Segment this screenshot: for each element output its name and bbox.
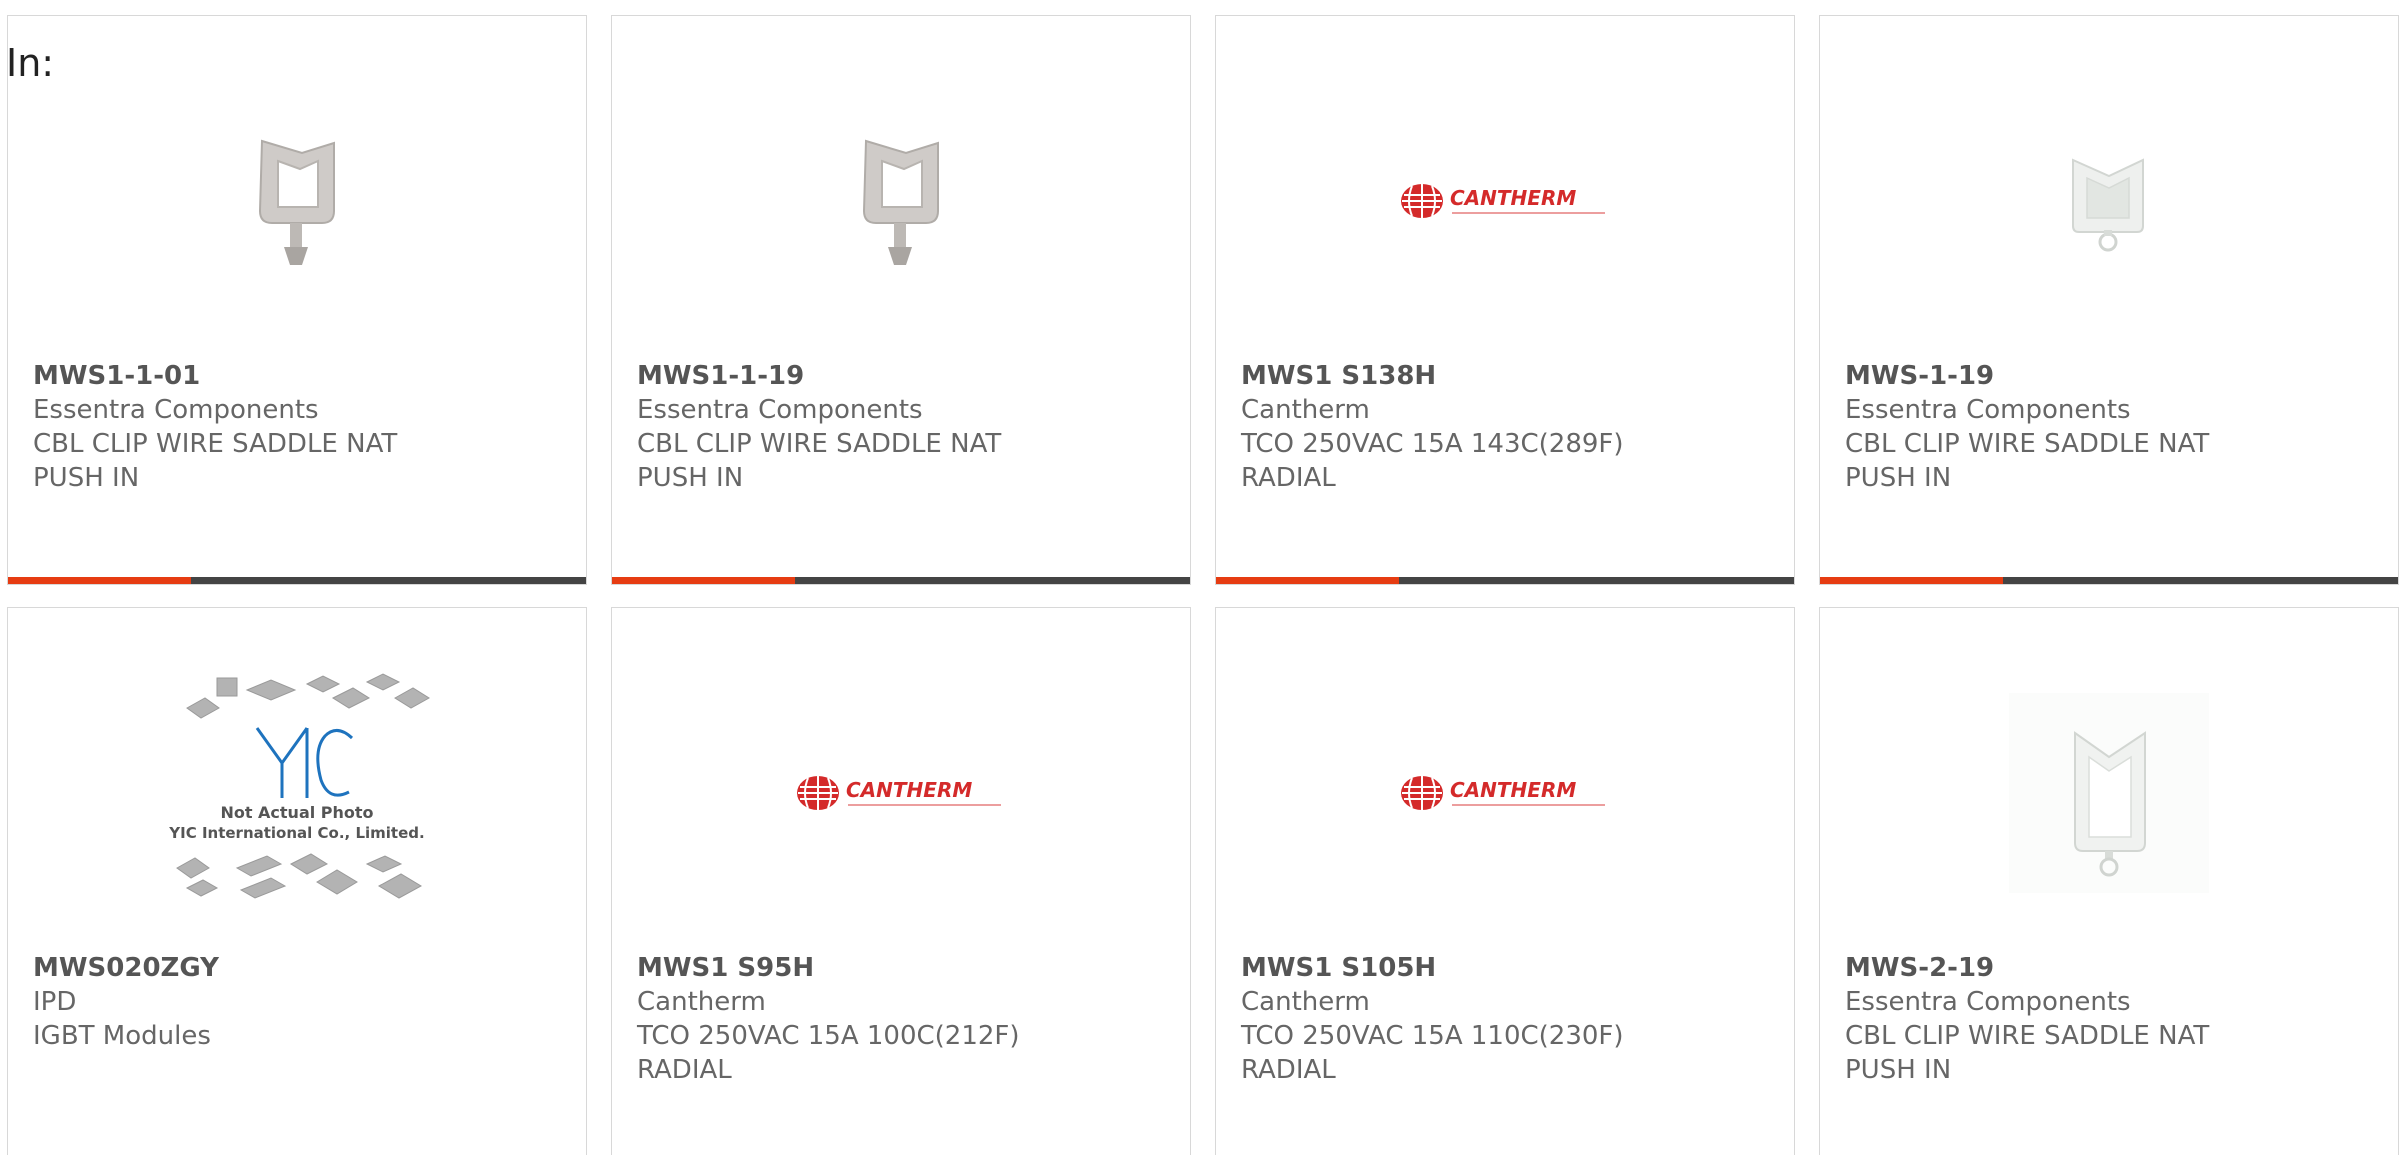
manufacturer: Cantherm [1241, 987, 1370, 1017]
manufacturer: Essentra Components [1845, 987, 2131, 1017]
product-card-mws1-1-01[interactable]: MWS1-1-01 Essentra Components CBL CLIP W… [7, 15, 587, 585]
product-card-mws-2-19[interactable]: MWS-2-19 Essentra Components CBL CLIP WI… [1819, 607, 2399, 1155]
description-line-2: RADIAL [1241, 463, 1336, 493]
cantherm-logo: CANTHERM [1401, 776, 1605, 810]
product-grid: MWS1-1-01 Essentra Components CBL CLIP W… [7, 15, 2399, 1155]
card-accent-bar [612, 577, 795, 584]
description-line-2: PUSH IN [33, 463, 140, 493]
description-line-2: PUSH IN [1845, 1055, 1952, 1085]
manufacturer: Essentra Components [33, 395, 319, 425]
svg-text:CANTHERM: CANTHERM [1450, 778, 1576, 802]
part-number[interactable]: MWS-2-19 [1845, 951, 2378, 985]
svg-text:Not Actual Photo: Not Actual Photo [220, 803, 373, 822]
product-image[interactable] [1820, 668, 2398, 918]
cantherm-logo: CANTHERM [1401, 184, 1605, 218]
manufacturer: Essentra Components [637, 395, 923, 425]
wire-saddle-clip-white-icon [2072, 158, 2144, 252]
part-number[interactable]: MWS1 S105H [1241, 951, 1774, 985]
product-card-mws1-s95h[interactable]: CANTHERM MWS1 S95H Cantherm TCO 250VAC 1… [611, 607, 1191, 1155]
card-accent-bar [1820, 577, 2003, 584]
description-line-2: PUSH IN [637, 463, 744, 493]
product-image[interactable]: CANTHERM [1216, 668, 1794, 918]
manufacturer: Cantherm [1241, 395, 1370, 425]
description-line-1: TCO 250VAC 15A 100C(212F) [637, 1021, 1020, 1051]
description-line-1: CBL CLIP WIRE SADDLE NAT [1845, 429, 2210, 459]
product-image[interactable] [612, 76, 1190, 326]
product-info: MWS1 S95H Cantherm TCO 250VAC 15A 100C(2… [637, 951, 1170, 1087]
product-image[interactable]: CANTHERM [612, 668, 1190, 918]
description-line-1: CBL CLIP WIRE SADDLE NAT [1845, 1021, 2210, 1051]
product-info: MWS020ZGY IPD IGBT Modules [33, 951, 566, 1053]
product-info: MWS1-1-19 Essentra Components CBL CLIP W… [637, 359, 1170, 495]
product-image[interactable] [8, 76, 586, 326]
product-info: MWS-2-19 Essentra Components CBL CLIP WI… [1845, 951, 2378, 1087]
wire-saddle-clip-white-icon [2009, 693, 2209, 893]
search-results-page: In: MWS1-1-01 Essentra Components CBL CL… [0, 0, 2400, 1155]
manufacturer: Essentra Components [1845, 395, 2131, 425]
description-line-2: RADIAL [637, 1055, 732, 1085]
product-image[interactable]: CANTHERM [1216, 76, 1794, 326]
cantherm-logo: CANTHERM [797, 776, 1001, 810]
description-line-2: PUSH IN [1845, 463, 1952, 493]
product-card-mws1-1-19[interactable]: MWS1-1-19 Essentra Components CBL CLIP W… [611, 15, 1191, 585]
product-image[interactable]: Not Actual Photo YIC International Co., … [8, 668, 586, 918]
manufacturer: IPD [33, 987, 77, 1017]
wire-saddle-clip-icon [258, 139, 335, 265]
description-line-1: CBL CLIP WIRE SADDLE NAT [33, 429, 398, 459]
product-image[interactable] [1820, 76, 2398, 326]
product-card-mws1-s138h[interactable]: CANTHERM MWS1 S138H Cantherm TCO 250VAC … [1215, 15, 1795, 585]
wire-saddle-clip-icon [862, 139, 939, 265]
part-number[interactable]: MWS1-1-01 [33, 359, 566, 393]
description-line-1: IGBT Modules [33, 1021, 211, 1051]
product-card-mws-1-19[interactable]: MWS-1-19 Essentra Components CBL CLIP WI… [1819, 15, 2399, 585]
description-line-1: TCO 250VAC 15A 110C(230F) [1241, 1021, 1624, 1051]
part-number[interactable]: MWS1-1-19 [637, 359, 1170, 393]
description-line-1: TCO 250VAC 15A 143C(289F) [1241, 429, 1624, 459]
card-accent-bar [1216, 577, 1399, 584]
card-bottom-bar [612, 577, 1190, 584]
card-accent-bar [8, 577, 191, 584]
product-card-mws020zgy[interactable]: Not Actual Photo YIC International Co., … [7, 607, 587, 1155]
part-number[interactable]: MWS-1-19 [1845, 359, 2378, 393]
svg-text:YIC International Co., Limited: YIC International Co., Limited. [168, 824, 424, 842]
product-info: MWS1 S138H Cantherm TCO 250VAC 15A 143C(… [1241, 359, 1774, 495]
part-number[interactable]: MWS1 S95H [637, 951, 1170, 985]
product-info: MWS1 S105H Cantherm TCO 250VAC 15A 110C(… [1241, 951, 1774, 1087]
description-line-1: CBL CLIP WIRE SADDLE NAT [637, 429, 1002, 459]
manufacturer: Cantherm [637, 987, 766, 1017]
product-info: MWS-1-19 Essentra Components CBL CLIP WI… [1845, 359, 2378, 495]
product-info: MWS1-1-01 Essentra Components CBL CLIP W… [33, 359, 566, 495]
svg-text:CANTHERM: CANTHERM [846, 778, 972, 802]
card-bottom-bar [8, 577, 586, 584]
results-prefix-label: In: [6, 41, 55, 85]
yic-placeholder-photo: Not Actual Photo YIC International Co., … [168, 673, 430, 899]
description-line-2: RADIAL [1241, 1055, 1336, 1085]
svg-text:CANTHERM: CANTHERM [1450, 186, 1576, 210]
card-bottom-bar [1820, 577, 2398, 584]
part-number[interactable]: MWS020ZGY [33, 951, 566, 985]
card-bottom-bar [1216, 577, 1794, 584]
part-number[interactable]: MWS1 S138H [1241, 359, 1774, 393]
product-card-mws1-s105h[interactable]: CANTHERM MWS1 S105H Cantherm TCO 250VAC … [1215, 607, 1795, 1155]
